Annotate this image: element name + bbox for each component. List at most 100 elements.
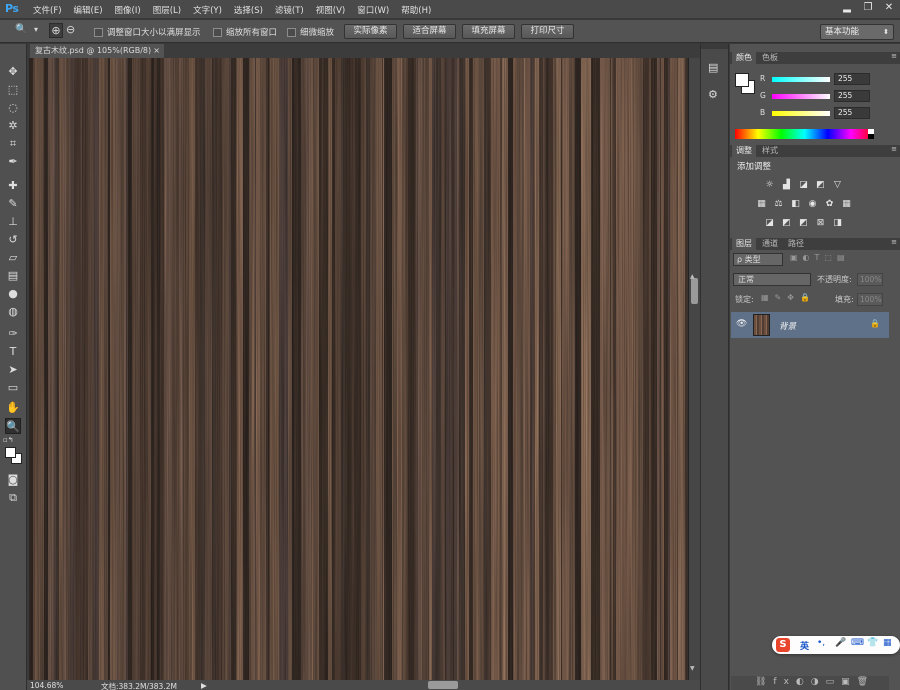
eraser-tool-icon[interactable]: ▱ xyxy=(5,250,21,266)
lock-icons[interactable]: ▦✎✥🔒 xyxy=(761,293,816,302)
default-colors-icon[interactable]: ▫↰ xyxy=(3,436,14,444)
clone-stamp-tool-icon[interactable]: ⊥ xyxy=(5,214,21,230)
black-white-icon[interactable]: ◧ xyxy=(790,199,801,209)
panel-menu-icon[interactable]: ≡ xyxy=(891,238,897,246)
red-gradient-bar[interactable] xyxy=(772,77,830,82)
move-tool-icon[interactable]: ✥ xyxy=(5,64,21,80)
skin-icon[interactable]: 👕 xyxy=(867,638,878,648)
vertical-scrollbar[interactable] xyxy=(689,58,700,680)
checkbox-box[interactable] xyxy=(287,27,296,37)
screen-mode-icon[interactable]: ⧉ xyxy=(5,490,21,506)
lasso-tool-icon[interactable]: ◌ xyxy=(5,100,21,116)
horizontal-scrollbar-thumb[interactable] xyxy=(428,681,458,689)
zoom-tool-icon[interactable]: 🔍 xyxy=(5,418,21,434)
selective-color-icon[interactable]: ⊠ xyxy=(815,218,826,228)
green-gradient-bar[interactable] xyxy=(772,94,830,99)
magic-wand-tool-icon[interactable]: ✲ xyxy=(5,118,21,134)
scrollbar-thumb[interactable] xyxy=(691,278,698,304)
tab-channels[interactable]: 通道 xyxy=(758,238,782,250)
document-canvas[interactable] xyxy=(29,58,689,680)
blur-tool-icon[interactable]: ● xyxy=(5,286,21,302)
eye-visibility-icon[interactable]: 👁 xyxy=(736,319,747,329)
tool-preset-dropdown-icon[interactable]: ▾ xyxy=(34,25,38,34)
print-size-button[interactable]: 打印尺寸 xyxy=(521,24,574,39)
microphone-icon[interactable]: 🎤 xyxy=(835,638,846,648)
checkbox-box[interactable] xyxy=(94,27,103,37)
zoom-all-windows-checkbox[interactable]: 缩放所有窗口 xyxy=(213,26,277,38)
tab-paths[interactable]: 路径 xyxy=(784,238,808,250)
red-channel-slider[interactable]: R 255 xyxy=(760,73,900,86)
tab-swatches[interactable]: 色板 xyxy=(758,52,782,64)
marquee-tool-icon[interactable]: ⬚ xyxy=(5,82,21,98)
tab-layers[interactable]: 图层 xyxy=(732,238,756,250)
opacity-input[interactable]: 100% xyxy=(857,273,883,286)
restore-icon[interactable]: ❐ xyxy=(861,2,875,13)
panel-menu-icon[interactable]: ≡ xyxy=(891,145,897,153)
document-tab[interactable]: 复古木纹.psd @ 105%(RGB/8) × xyxy=(30,44,164,58)
invert-icon[interactable]: ◪ xyxy=(764,218,775,228)
menu-window[interactable]: 窗口(W) xyxy=(357,4,389,16)
vibrance-icon[interactable]: ▽ xyxy=(832,180,843,190)
quick-mask-icon[interactable]: ◙ xyxy=(5,472,21,488)
menu-view[interactable]: 视图(V) xyxy=(316,4,345,16)
gradient-tool-icon[interactable]: ▤ xyxy=(5,268,21,284)
zoom-out-icon[interactable]: ⊖ xyxy=(66,23,75,36)
resize-windows-checkbox[interactable]: 调整窗口大小以满屏显示 xyxy=(94,26,201,38)
scroll-up-icon[interactable]: ▲ xyxy=(690,273,695,280)
ime-language-label[interactable]: 英 xyxy=(800,639,809,652)
tab-styles[interactable]: 样式 xyxy=(758,145,782,157)
hand-tool-icon[interactable]: ✋ xyxy=(5,400,21,416)
exposure-icon[interactable]: ◩ xyxy=(815,180,826,190)
curves-icon[interactable]: ◪ xyxy=(798,180,809,190)
gradient-map-icon[interactable]: ◨ xyxy=(832,218,843,228)
blend-mode-select[interactable]: 正常 xyxy=(733,273,811,286)
toolbox-icon[interactable]: ▦ xyxy=(883,638,892,648)
menu-layer[interactable]: 图层(L) xyxy=(153,4,181,16)
healing-brush-tool-icon[interactable]: ✚ xyxy=(5,178,21,194)
layer-filter-icons[interactable]: ▣◐T⬚▤ xyxy=(790,253,850,262)
layer-name[interactable]: 背景 xyxy=(779,320,796,332)
hue-saturation-icon[interactable]: ▦ xyxy=(756,199,767,209)
history-panel-icon[interactable]: ▤ xyxy=(708,61,718,74)
dodge-tool-icon[interactable]: ◍ xyxy=(5,304,21,320)
ime-toolbar[interactable]: S 英 •, 🎤 ⌨ 👕 ▦ xyxy=(772,636,900,654)
threshold-icon[interactable]: ◩ xyxy=(798,218,809,228)
photo-filter-icon[interactable]: ◉ xyxy=(807,199,818,209)
green-channel-slider[interactable]: G 255 xyxy=(760,90,900,103)
layer-actions-icons[interactable]: ⛓fx◐◑▭▣🗑 xyxy=(755,677,875,687)
fill-input[interactable]: 100% xyxy=(857,293,883,306)
channel-mixer-icon[interactable]: ✿ xyxy=(824,199,835,209)
menu-image[interactable]: 图像(I) xyxy=(115,4,141,16)
type-tool-icon[interactable]: T xyxy=(5,344,21,360)
path-selection-tool-icon[interactable]: ➤ xyxy=(5,362,21,378)
properties-panel-icon[interactable]: ⚙ xyxy=(708,88,718,101)
minimize-icon[interactable]: ▂ xyxy=(840,2,854,13)
blue-gradient-bar[interactable] xyxy=(772,111,830,116)
menu-file[interactable]: 文件(F) xyxy=(33,4,62,16)
close-tab-icon[interactable]: × xyxy=(153,44,160,57)
brightness-icon[interactable]: ☼ xyxy=(764,180,775,190)
brush-tool-icon[interactable]: ✎ xyxy=(5,196,21,212)
eyedropper-tool-icon[interactable]: ✒ xyxy=(5,154,21,170)
menu-edit[interactable]: 编辑(E) xyxy=(74,4,103,16)
color-spectrum-bar[interactable] xyxy=(735,129,874,139)
fit-screen-button[interactable]: 适合屏幕 xyxy=(403,24,456,39)
foreground-color-swatch[interactable] xyxy=(5,447,16,458)
layer-filter-type-select[interactable]: ρ 类型 xyxy=(733,253,783,266)
checkbox-box[interactable] xyxy=(213,27,222,37)
tab-color[interactable]: 颜色 xyxy=(732,52,756,64)
green-value-input[interactable]: 255 xyxy=(834,90,870,102)
pen-tool-icon[interactable]: ✑ xyxy=(5,326,21,342)
rectangle-tool-icon[interactable]: ▭ xyxy=(5,380,21,396)
zoom-in-icon[interactable]: ⊕ xyxy=(49,23,63,38)
keyboard-icon[interactable]: ⌨ xyxy=(851,638,864,648)
black-white-swatch[interactable] xyxy=(868,129,874,139)
menu-help[interactable]: 帮助(H) xyxy=(401,4,431,16)
blue-channel-slider[interactable]: B 255 xyxy=(760,107,900,120)
scroll-down-icon[interactable]: ▼ xyxy=(690,665,695,672)
crop-tool-icon[interactable]: ⌗ xyxy=(5,136,21,152)
actual-pixels-button[interactable]: 实际像素 xyxy=(344,24,397,39)
posterize-icon[interactable]: ◩ xyxy=(781,218,792,228)
fill-screen-button[interactable]: 填充屏幕 xyxy=(462,24,515,39)
history-brush-tool-icon[interactable]: ↺ xyxy=(5,232,21,248)
